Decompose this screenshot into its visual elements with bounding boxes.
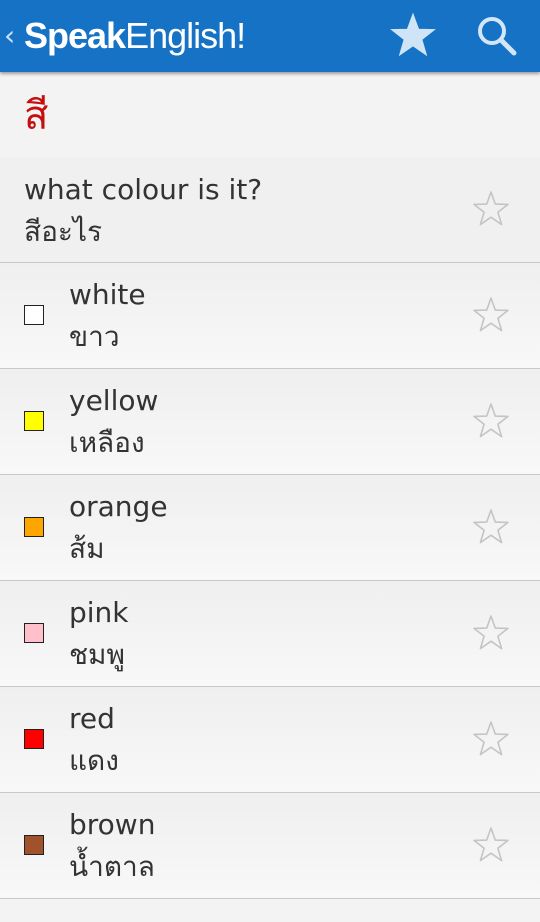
color-english: brown [69,808,156,841]
color-row-orange[interactable]: orange ส้ม [0,475,540,581]
color-thai: น้ำตาล [69,850,155,883]
search-button[interactable] [470,10,524,62]
color-english: red [69,702,115,735]
color-swatch-white [24,305,44,325]
star-outline-icon[interactable] [470,401,512,443]
chevron-left-icon[interactable]: ‹ [4,18,24,54]
color-swatch-pink [24,623,44,643]
app-title-speak: Speak [24,15,126,56]
category-heading: สี [24,93,49,139]
star-outline-icon[interactable] [470,189,512,231]
color-swatch-brown [24,835,44,855]
star-filled-icon [390,12,436,57]
color-thai: ขาว [69,320,120,353]
phrase-row-what-colour[interactable]: what colour is it? สีอะไร [0,158,540,263]
color-row-yellow[interactable]: yellow เหลือง [0,369,540,475]
app-title-english: English! [125,15,246,56]
color-swatch-red [24,729,44,749]
star-outline-icon[interactable] [470,613,512,655]
color-row-white[interactable]: white ขาว [0,263,540,369]
phrase-english: what colour is it? [24,173,263,206]
color-english: orange [69,490,168,523]
color-english: pink [69,596,129,629]
color-english: yellow [69,384,159,417]
phrase-list: what colour is it? สีอะไร white ขาว yell… [0,158,540,899]
app-title[interactable]: SpeakEnglish! [24,12,246,60]
color-thai: เหลือง [69,426,145,459]
star-outline-icon[interactable] [470,507,512,549]
search-icon [478,17,517,56]
color-row-brown[interactable]: brown น้ำตาล [0,793,540,899]
star-outline-icon[interactable] [470,825,512,867]
color-thai: ชมพู [69,638,125,671]
color-swatch-orange [24,517,44,537]
color-thai: แดง [69,744,119,777]
color-row-pink[interactable]: pink ชมพู [0,581,540,687]
favorites-button[interactable] [386,10,440,62]
phrase-thai: สีอะไร [24,215,103,248]
color-english: white [69,278,146,311]
star-outline-icon[interactable] [470,295,512,337]
color-swatch-yellow [24,411,44,431]
color-row-red[interactable]: red แดง [0,687,540,793]
color-thai: ส้ม [69,532,105,565]
app-bar: ‹ SpeakEnglish! [0,0,540,72]
star-outline-icon[interactable] [470,719,512,761]
